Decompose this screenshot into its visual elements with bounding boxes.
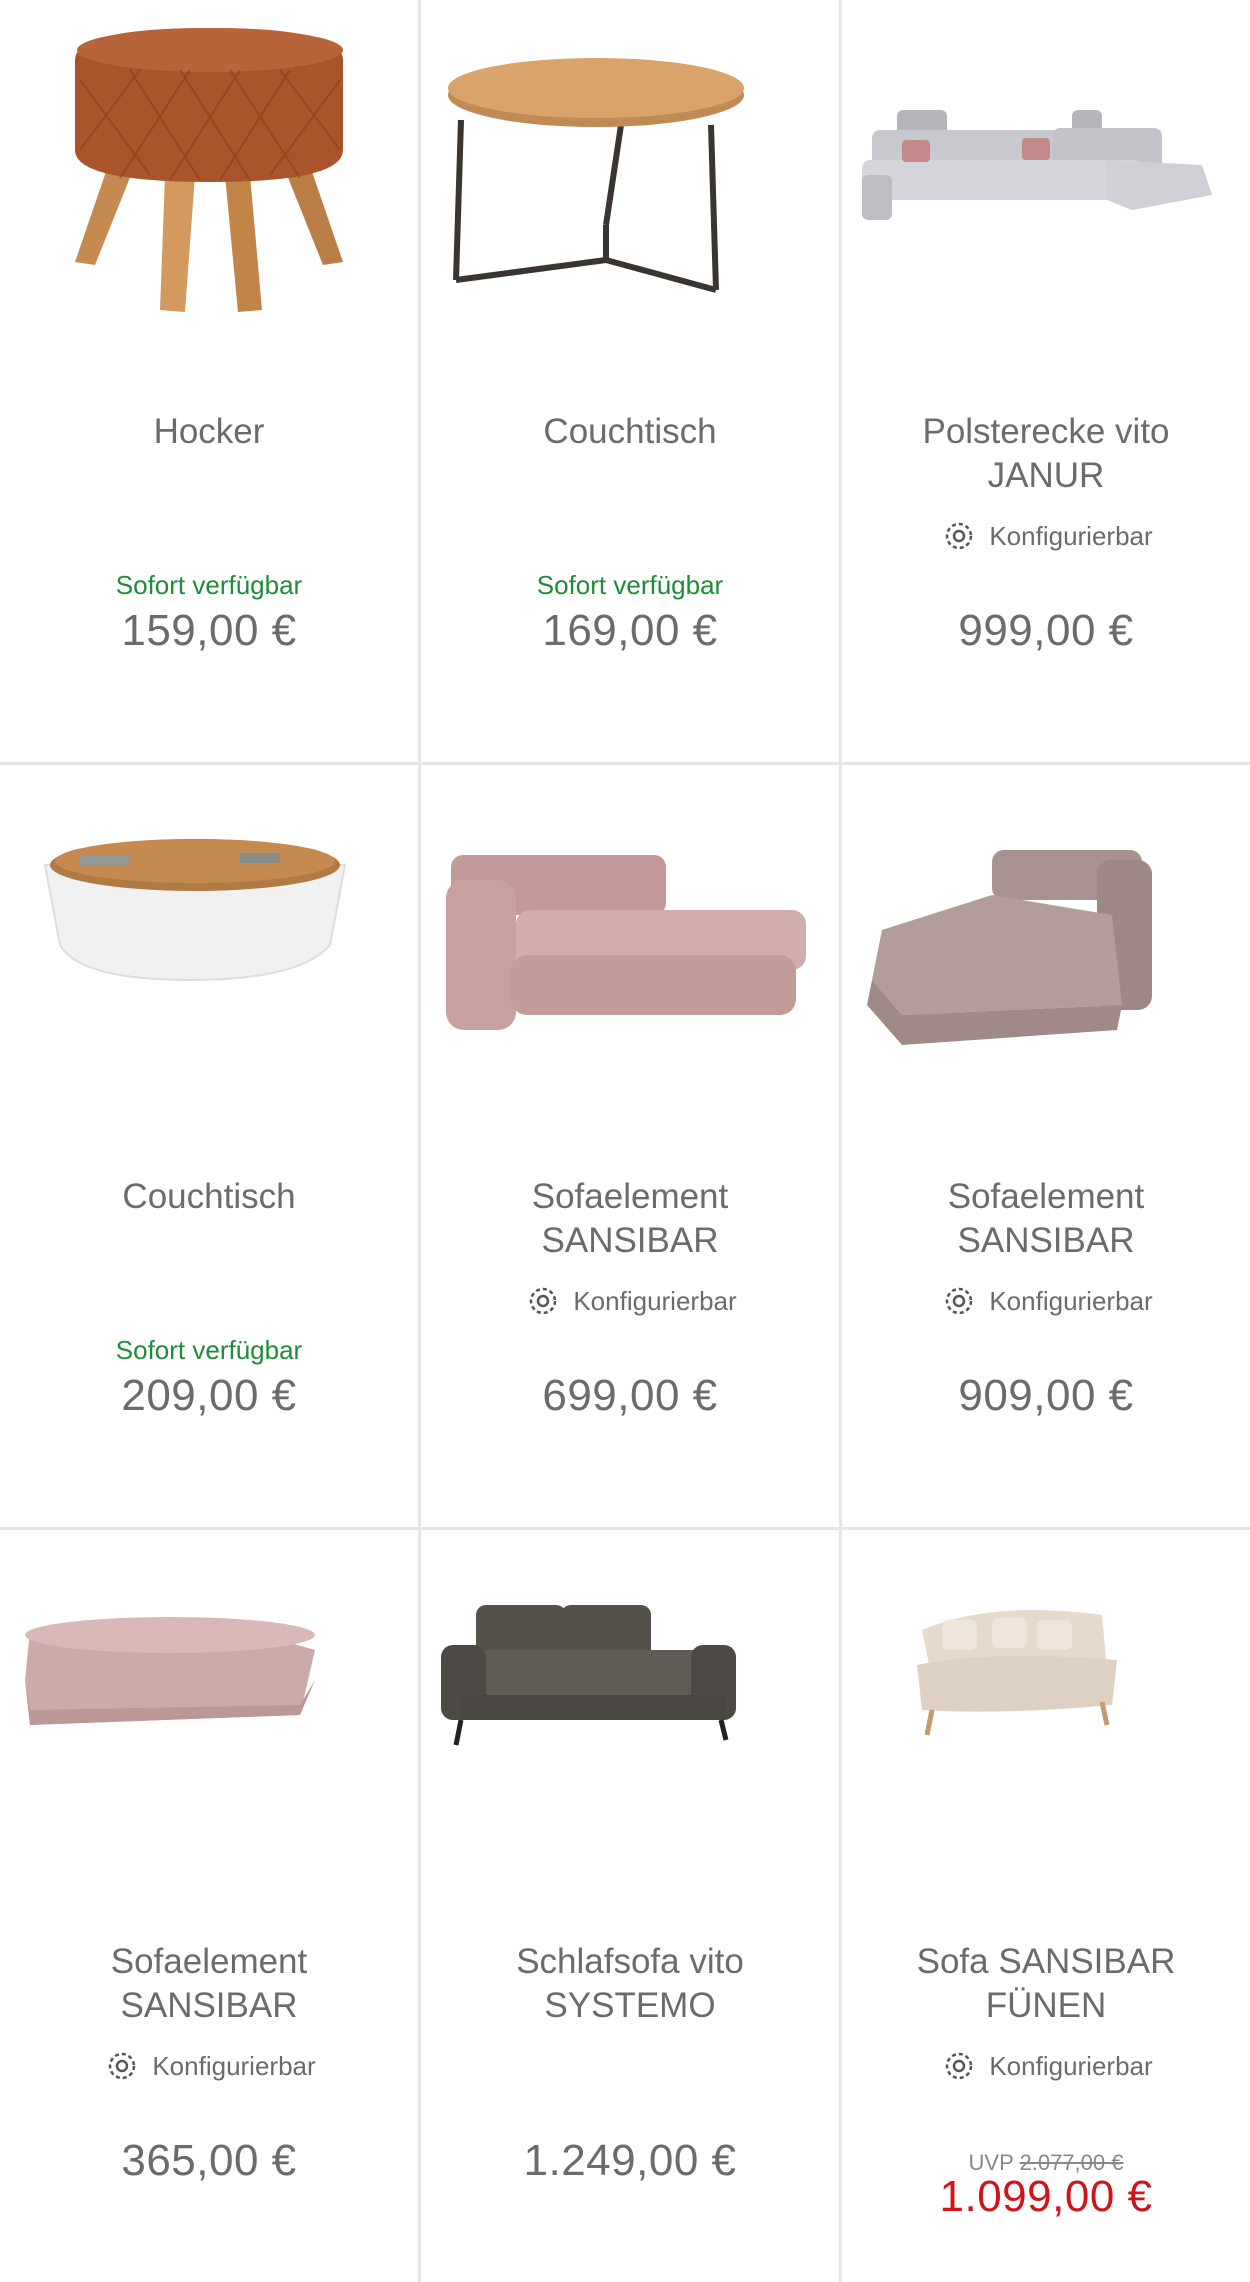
configurable-badge: Konfigurierbar [842, 2046, 1250, 2086]
availability-status: Sofort verfügbar [115, 570, 303, 600]
gear-icon [523, 1281, 563, 1321]
availability-status: Sofort verfügbar [115, 1335, 303, 1365]
product-card[interactable]: Sofaelement SANSIBAR Konfigurierbar 365,… [0, 1530, 418, 2282]
product-image-curved-sofa[interactable] [842, 1530, 1250, 1890]
product-image-sleeper-sofa[interactable] [421, 1530, 839, 1890]
product-image-sofa-element[interactable] [421, 765, 839, 1125]
product-price: 159,00 € [121, 606, 297, 655]
gear-icon [939, 2046, 979, 2086]
product-name[interactable]: Sofaelement SANSIBAR [441, 1175, 819, 1263]
product-price: 209,00 € [121, 1371, 297, 1420]
product-price: 699,00 € [542, 1371, 718, 1420]
product-name[interactable]: Sofaelement SANSIBAR [20, 1940, 398, 2028]
product-image-drum-table[interactable] [0, 765, 418, 1125]
configurable-badge: Konfigurierbar [842, 1281, 1250, 1321]
product-image-corner-sofa[interactable] [842, 0, 1250, 360]
gear-icon [939, 516, 979, 556]
configurable-label: Konfigurierbar [573, 1285, 737, 1316]
configurable-badge: Konfigurierbar [421, 1281, 839, 1321]
product-card[interactable]: Schlafsofa vito SYSTEMO 1.249,00 € [421, 1530, 839, 2282]
product-name[interactable]: Hocker [20, 410, 398, 454]
configurable-label: Konfigurierbar [989, 2050, 1153, 2081]
product-grid: Hocker Sofort verfügbar 159,00 € Couchti… [0, 0, 1250, 2282]
product-name[interactable]: Couchtisch [441, 410, 819, 454]
product-card[interactable]: Sofaelement SANSIBAR Konfigurierbar 699,… [421, 765, 839, 1527]
configurable-label: Konfigurierbar [989, 1285, 1153, 1316]
product-card[interactable]: Couchtisch Sofort verfügbar 169,00 € [421, 0, 839, 762]
product-price: 1.249,00 € [523, 2136, 737, 2185]
configurable-badge: Konfigurierbar [0, 2046, 418, 2086]
product-image-pouf[interactable] [0, 1530, 418, 1890]
product-price: 365,00 € [121, 2136, 297, 2185]
sale-price: 1.099,00 € [939, 2172, 1153, 2221]
product-card[interactable]: Hocker Sofort verfügbar 159,00 € [0, 0, 418, 762]
product-price: 999,00 € [958, 606, 1134, 655]
product-image-stool[interactable] [0, 0, 418, 360]
configurable-label: Konfigurierbar [989, 520, 1153, 551]
gear-icon [102, 2046, 142, 2086]
product-price: 909,00 € [958, 1371, 1134, 1420]
product-name[interactable]: Sofa SANSIBAR FÜNEN [862, 1940, 1230, 2028]
product-price: 169,00 € [542, 606, 718, 655]
product-card[interactable]: Sofaelement SANSIBAR Konfigurierbar 909,… [842, 765, 1250, 1527]
product-card[interactable]: Polsterecke vito JANUR Konfigurierbar 99… [842, 0, 1250, 762]
availability-status: Sofort verfügbar [536, 570, 724, 600]
product-name[interactable]: Polsterecke vito JANUR [862, 410, 1230, 498]
configurable-label: Konfigurierbar [152, 2050, 316, 2081]
product-name[interactable]: Couchtisch [20, 1175, 398, 1219]
product-name[interactable]: Sofaelement SANSIBAR [862, 1175, 1230, 1263]
configurable-badge: Konfigurierbar [842, 516, 1250, 556]
product-image-coffee-table[interactable] [421, 0, 839, 360]
product-card[interactable]: Couchtisch Sofort verfügbar 209,00 € [0, 765, 418, 1527]
product-name[interactable]: Schlafsofa vito SYSTEMO [441, 1940, 819, 2028]
product-card[interactable]: Sofa SANSIBAR FÜNEN Konfigurierbar UVP 2… [842, 1530, 1250, 2282]
product-image-chaise[interactable] [842, 765, 1250, 1125]
gear-icon [939, 1281, 979, 1321]
